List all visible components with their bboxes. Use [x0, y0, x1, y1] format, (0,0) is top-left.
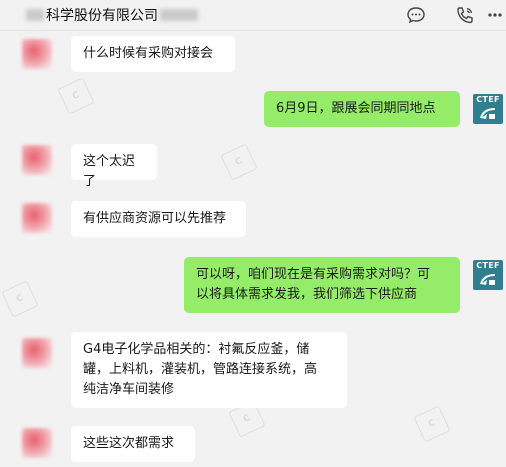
chat-header: 科学股份有限公司	[0, 0, 506, 30]
message-text: 这个太迟了	[83, 154, 136, 189]
watermark-logo: C	[220, 143, 258, 181]
ctef-emblem-icon	[480, 108, 496, 119]
message-bubble-incoming[interactable]: 有供应商资源可以先推荐	[71, 201, 246, 237]
avatar-label: CTEF	[476, 261, 500, 270]
more-icon[interactable]	[484, 5, 506, 25]
message-text-line: 以将具体需求发我，我们筛选下供应商	[196, 287, 418, 302]
message-bubble-incoming[interactable]: 什么时候有采购对接会	[71, 36, 235, 72]
redacted-text	[26, 9, 44, 21]
contact-avatar[interactable]	[22, 428, 52, 458]
message-bubble-outgoing[interactable]: 可以呀，咱们现在是有采购需求对吗？可 以将具体需求发我，我们筛选下供应商	[184, 257, 460, 313]
contact-avatar[interactable]	[22, 145, 52, 175]
chat-bubble-icon[interactable]	[405, 5, 427, 25]
ctef-emblem-icon	[480, 274, 496, 285]
redacted-text	[160, 9, 198, 21]
message-bubble-incoming[interactable]: G4电子化学品相关的：衬氟反应釜，储 罐，上料机，灌装机，管路连接系统，高 纯洁…	[71, 332, 347, 408]
contact-avatar[interactable]	[22, 338, 52, 368]
message-bubble-outgoing[interactable]: 6月9日，跟展会同期同地点	[264, 91, 460, 127]
chat-title-wrap: 科学股份有限公司	[26, 5, 198, 25]
message-bubble-incoming[interactable]: 这些这次都需求	[71, 426, 195, 462]
message-bubble-incoming[interactable]: 这个太迟了	[71, 144, 157, 189]
contact-avatar[interactable]	[22, 39, 52, 69]
header-divider	[0, 30, 506, 31]
message-text-line: 罐，上料机，灌装机，管路连接系统，高	[83, 362, 318, 377]
message-text: 有供应商资源可以先推荐	[83, 211, 227, 226]
avatar-label: CTEF	[476, 95, 500, 104]
phone-icon[interactable]	[454, 5, 476, 25]
watermark-logo: C	[1, 280, 39, 318]
watermark-logo: C	[413, 405, 451, 443]
message-text-line: 可以呀，咱们现在是有采购需求对吗？可	[196, 267, 431, 282]
message-text-line: 纯洁净车间装修	[83, 382, 175, 397]
message-text: 这些这次都需求	[83, 436, 175, 451]
my-avatar[interactable]: CTEF	[473, 94, 503, 124]
message-text-line: G4电子化学品相关的：衬氟反应釜，储	[83, 342, 310, 357]
my-avatar[interactable]: CTEF	[473, 260, 503, 290]
watermark-logo: C	[57, 77, 95, 115]
chat-title: 科学股份有限公司	[46, 8, 158, 24]
message-text: 6月9日，跟展会同期同地点	[276, 101, 436, 116]
message-text: 什么时候有采购对接会	[83, 46, 214, 61]
contact-avatar[interactable]	[22, 203, 52, 233]
